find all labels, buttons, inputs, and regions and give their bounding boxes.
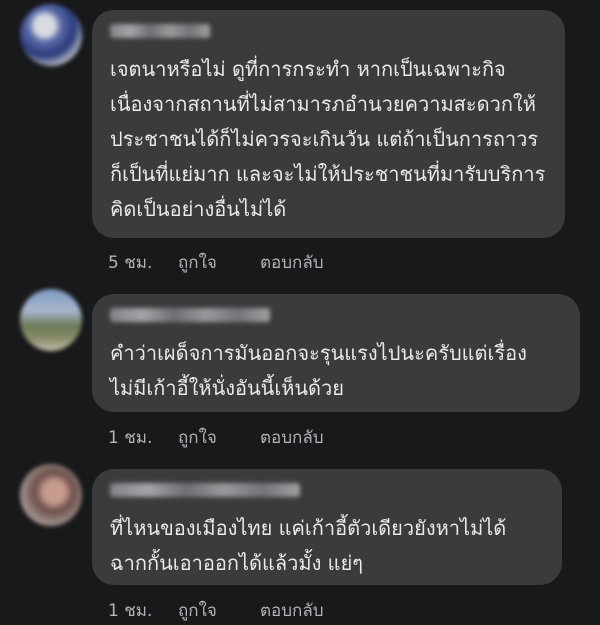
avatar[interactable] <box>20 464 82 526</box>
author-name[interactable] <box>110 24 210 38</box>
comment-timestamp[interactable]: 1 ชม. <box>108 597 178 624</box>
comment-actions: 1 ชม. ถูกใจ ตอบกลับ <box>108 424 324 451</box>
avatar[interactable] <box>20 4 82 66</box>
comment-text: ที่ไหนของเมืองไทย แค่เก้าอี้ตัวเดียวยังห… <box>110 516 507 575</box>
author-name[interactable] <box>110 483 300 497</box>
comment-bubble: เจตนาหรือไม่ ดูที่การกระทำ หากเป็นเฉพาะก… <box>92 10 565 238</box>
comment-bubble: ที่ไหนของเมืองไทย แค่เก้าอี้ตัวเดียวยังห… <box>92 469 562 585</box>
comment-text: คำว่าเผด็จการมันออกจะรุนแรงไปนะครับแต่เร… <box>110 341 527 400</box>
comment-timestamp[interactable]: 5 ชม. <box>108 249 178 276</box>
reply-button[interactable]: ตอบกลับ <box>260 424 324 451</box>
comment-actions: 1 ชม. ถูกใจ ตอบกลับ <box>108 597 324 624</box>
like-button[interactable]: ถูกใจ <box>178 249 260 276</box>
like-button[interactable]: ถูกใจ <box>178 424 260 451</box>
avatar[interactable] <box>20 289 82 351</box>
comment-thread: เจตนาหรือไม่ ดูที่การกระทำ หากเป็นเฉพาะก… <box>0 0 600 625</box>
author-name[interactable] <box>110 308 270 322</box>
reply-button[interactable]: ตอบกลับ <box>260 249 324 276</box>
comment-actions: 5 ชม. ถูกใจ ตอบกลับ <box>108 249 324 276</box>
comment-text: เจตนาหรือไม่ ดูที่การกระทำ หากเป็นเฉพาะก… <box>110 57 546 221</box>
reply-button[interactable]: ตอบกลับ <box>260 597 324 624</box>
comment-bubble: คำว่าเผด็จการมันออกจะรุนแรงไปนะครับแต่เร… <box>92 294 580 412</box>
comment-timestamp[interactable]: 1 ชม. <box>108 424 178 451</box>
like-button[interactable]: ถูกใจ <box>178 597 260 624</box>
